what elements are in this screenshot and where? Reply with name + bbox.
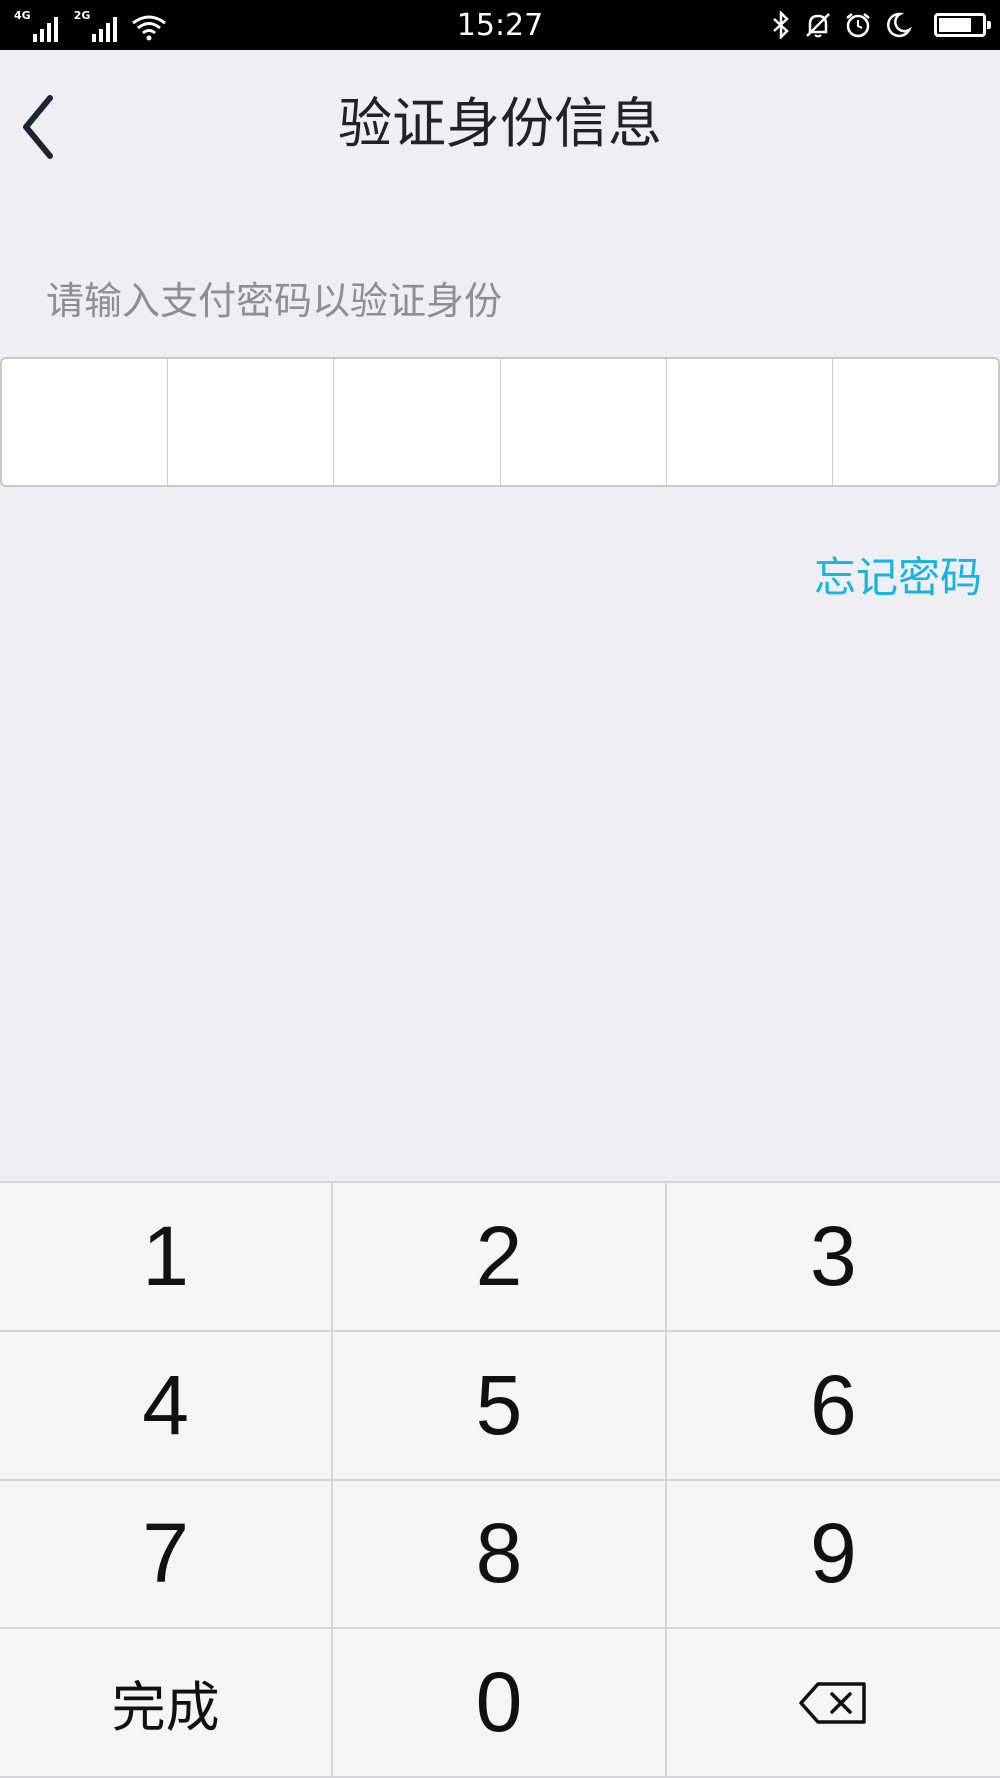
- pin-cell: [833, 359, 998, 485]
- status-bar: 4G 2G 15:27: [0, 0, 1000, 50]
- forgot-password-link[interactable]: 忘记密码: [814, 553, 982, 603]
- numeric-keypad: 1 2 3 4 5 6 7 8 9 完成 0: [0, 1181, 1000, 1778]
- pin-input[interactable]: [0, 357, 1000, 487]
- alarm-icon: [846, 13, 870, 38]
- page-title: 验证身份信息: [338, 92, 662, 155]
- backspace-key[interactable]: [666, 1629, 1000, 1778]
- pin-cell: [168, 359, 335, 485]
- key-9[interactable]: 9: [666, 1481, 1000, 1630]
- battery-fill: [939, 18, 971, 32]
- pin-cell: [2, 359, 169, 485]
- key-1[interactable]: 1: [0, 1183, 334, 1332]
- key-4[interactable]: 4: [0, 1331, 334, 1481]
- key-6[interactable]: 6: [666, 1332, 1000, 1481]
- key-0[interactable]: 0: [333, 1629, 667, 1778]
- pin-cell: [501, 359, 667, 485]
- key-3[interactable]: 3: [666, 1183, 1000, 1332]
- pin-cell: [334, 359, 501, 485]
- backspace-icon: [799, 1681, 867, 1724]
- key-7[interactable]: 7: [0, 1480, 334, 1630]
- key-8[interactable]: 8: [333, 1480, 667, 1630]
- done-key[interactable]: 完成: [0, 1629, 334, 1778]
- key-5[interactable]: 5: [333, 1331, 667, 1481]
- key-2[interactable]: 2: [333, 1183, 667, 1332]
- password-prompt: 请输入支付密码以验证身份: [46, 279, 503, 323]
- bluetooth-icon: [773, 11, 789, 39]
- moon-icon: [886, 12, 912, 38]
- bell-off-icon: [806, 13, 830, 38]
- battery-icon: [934, 13, 991, 37]
- status-right: [770, 8, 991, 42]
- pin-cell: [667, 359, 833, 485]
